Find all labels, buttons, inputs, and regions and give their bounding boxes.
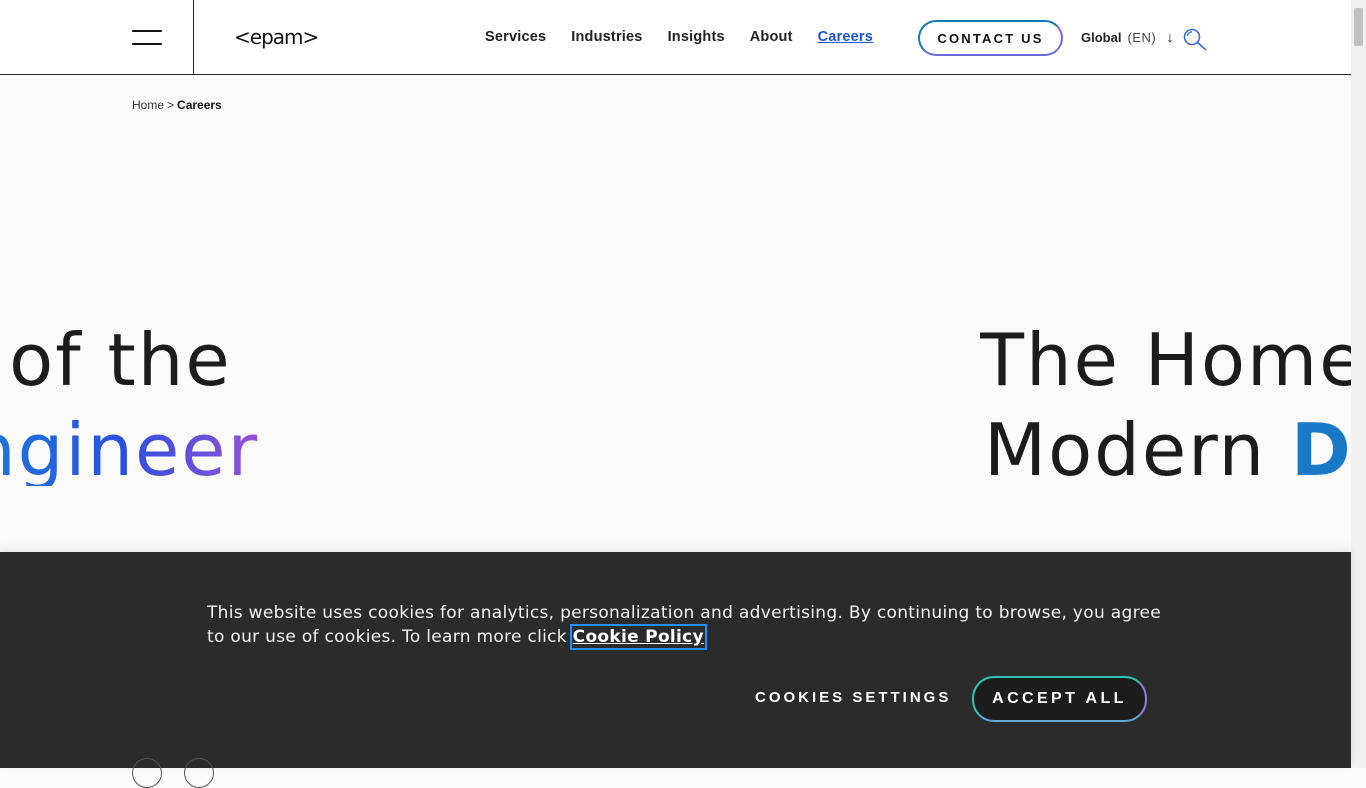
page-scrollbar[interactable] [1351,0,1366,768]
nav-services[interactable]: Services [485,29,546,45]
hero-left-line-1: e of the [0,320,232,402]
cookie-message: This website uses cookies for analytics,… [207,601,1167,650]
carousel-controls [132,758,214,788]
hero-right-line-2-text: Modern [984,408,1292,492]
language-code: (EN) [1127,30,1157,45]
cookie-banner: This website uses cookies for analytics,… [0,552,1351,788]
breadcrumb: Home > Careers [132,98,222,112]
epam-logo[interactable]: <epam> [234,25,319,49]
hero-slide-previous: e of the ngineer [0,320,400,520]
hamburger-menu-icon[interactable] [132,29,162,47]
search-icon[interactable] [1182,27,1208,51]
breadcrumb-home[interactable]: Home [132,98,164,112]
contact-us-button[interactable]: CONTACT US [918,20,1063,56]
nav-about[interactable]: About [750,29,793,45]
language-region: Global [1081,30,1122,45]
site-header: <epam> Services Industries Insights Abou… [0,0,1351,75]
carousel-next-button[interactable] [184,758,214,788]
breadcrumb-current: Careers [177,98,222,112]
main-nav: Services Industries Insights About Caree… [485,29,898,45]
hero-right-line-2: Modern D [984,414,1351,486]
cookie-policy-link[interactable]: Cookie Policy [569,624,707,650]
language-selector[interactable]: Global (EN) ↓ [1081,30,1174,45]
breadcrumb-separator: > [167,98,175,112]
scrollbar-thumb[interactable] [1354,8,1363,46]
nav-insights[interactable]: Insights [668,29,725,45]
hero-right-accent: D [1291,408,1351,492]
header-divider [193,0,194,74]
hero-right-line-1: The Home [980,320,1351,402]
cookies-settings-button[interactable]: COOKIES SETTINGS [755,689,951,706]
hero-left-line-2: ngineer [0,414,259,486]
accept-all-button[interactable]: ACCEPT ALL [972,676,1147,722]
nav-industries[interactable]: Industries [571,29,642,45]
arrow-down-icon: ↓ [1166,29,1174,46]
carousel-prev-button[interactable] [132,758,162,788]
nav-careers[interactable]: Careers [818,29,873,45]
hero-slide-next: The Home Modern D [980,320,1351,520]
